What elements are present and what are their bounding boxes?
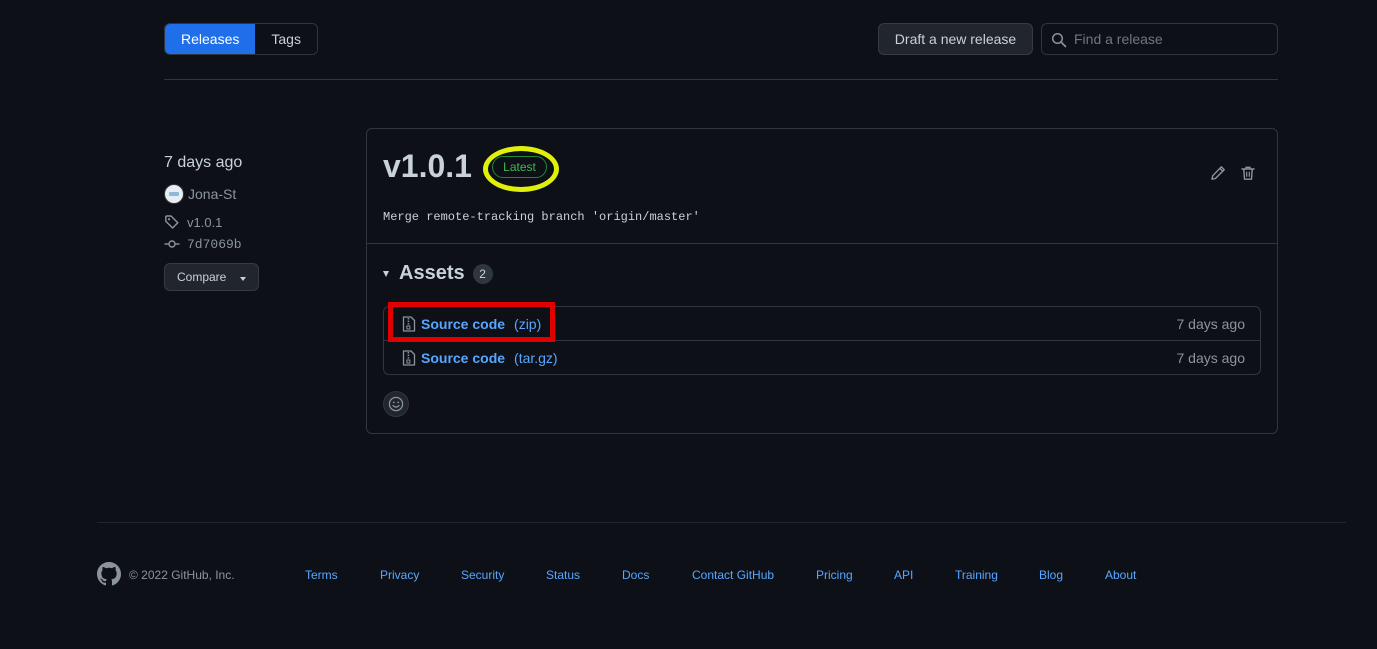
asset-format[interactable]: (tar.gz) <box>514 350 558 366</box>
toolbar-divider <box>164 79 1278 80</box>
find-release-search <box>1041 23 1278 55</box>
footer-link-docs[interactable]: Docs <box>622 568 649 582</box>
commit-sha[interactable]: 7d7069b <box>187 237 242 252</box>
draft-new-release-button[interactable]: Draft a new release <box>878 23 1033 55</box>
footer-link-privacy[interactable]: Privacy <box>380 568 419 582</box>
footer-link-status[interactable]: Status <box>546 568 580 582</box>
footer-copyright: © 2022 GitHub, Inc. <box>129 568 235 582</box>
release-commit[interactable]: 7d7069b <box>164 236 242 252</box>
release-date: 7 days ago <box>164 154 243 171</box>
footer-link-blog[interactable]: Blog <box>1039 568 1063 582</box>
releases-tags-toggle: Releases Tags <box>164 23 318 55</box>
release-title[interactable]: v1.0.1 <box>383 148 472 185</box>
compare-label: Compare <box>177 270 227 284</box>
trash-icon[interactable] <box>1240 165 1256 184</box>
asset-date: 7 days ago <box>1176 315 1246 332</box>
add-reaction-button[interactable] <box>383 391 409 417</box>
footer-link-security[interactable]: Security <box>461 568 504 582</box>
release-author[interactable]: Jona-St <box>164 184 236 204</box>
footer-link-contact[interactable]: Contact GitHub <box>692 568 774 582</box>
card-divider <box>367 243 1277 244</box>
tab-tags[interactable]: Tags <box>255 24 317 54</box>
tag-name[interactable]: v1.0.1 <box>187 215 222 230</box>
assets-toggle[interactable]: Assets 2 <box>383 262 493 285</box>
tab-releases[interactable]: Releases <box>165 24 256 54</box>
asset-row: Source code (tar.gz) 7 days ago <box>384 341 1260 375</box>
asset-date: 7 days ago <box>1176 350 1246 366</box>
pencil-icon[interactable] <box>1210 165 1226 184</box>
footer-link-api[interactable]: API <box>894 568 913 582</box>
footer-link-training[interactable]: Training <box>955 568 998 582</box>
footer-divider <box>97 522 1346 523</box>
annotation-circle <box>483 146 559 192</box>
release-tag[interactable]: v1.0.1 <box>164 214 222 230</box>
tag-icon <box>164 214 180 230</box>
search-icon <box>1051 32 1067 51</box>
file-zip-icon <box>402 350 416 366</box>
assets-title: Assets <box>399 262 465 284</box>
annotation-box <box>388 302 555 342</box>
triangle-down-icon <box>383 270 389 277</box>
author-name[interactable]: Jona-St <box>188 186 236 202</box>
git-commit-icon <box>164 236 180 252</box>
footer-link-terms[interactable]: Terms <box>305 568 338 582</box>
github-mark-icon[interactable] <box>97 562 121 589</box>
footer-link-pricing[interactable]: Pricing <box>816 568 853 582</box>
search-input[interactable] <box>1074 24 1270 54</box>
footer-link-about[interactable]: About <box>1105 568 1136 582</box>
smiley-icon <box>388 396 404 412</box>
avatar[interactable] <box>164 184 184 204</box>
compare-button[interactable]: Compare <box>164 263 259 291</box>
release-notes: Merge remote-tracking branch 'origin/mas… <box>383 210 700 224</box>
chevron-down-icon <box>240 277 246 281</box>
source-code-targz-link[interactable]: Source code <box>421 350 505 366</box>
assets-count-badge: 2 <box>472 263 493 284</box>
